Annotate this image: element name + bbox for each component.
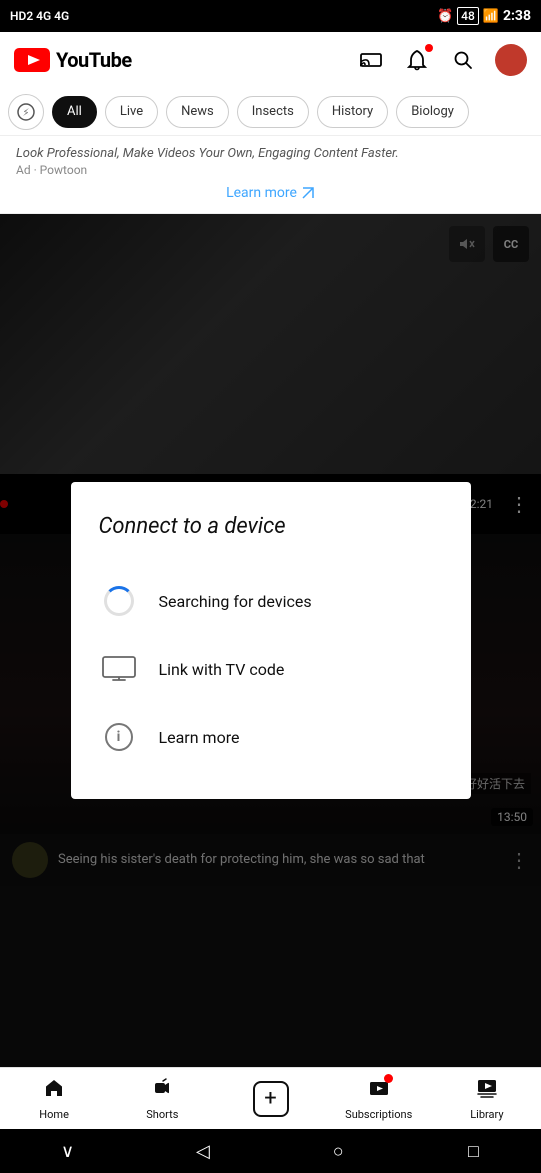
explore-button[interactable] (8, 94, 44, 130)
time-display: 2:38 (503, 8, 531, 24)
search-devices-item[interactable]: Searching for devices (99, 567, 443, 635)
category-bar: All Live News Insects History Biology (0, 88, 541, 136)
ad-banner: Look Professional, Make Videos Your Own,… (0, 136, 541, 214)
learn-more-item[interactable]: i Learn more (99, 703, 443, 771)
sys-nav-down[interactable]: ∨ (48, 1141, 88, 1162)
nav-create[interactable]: + (216, 1081, 324, 1117)
connect-device-modal: Connect to a device Searching for device… (71, 482, 471, 799)
youtube-logo[interactable]: YouTube (14, 48, 132, 72)
sys-nav-home[interactable]: ○ (318, 1141, 358, 1162)
tv-code-label: Link with TV code (159, 660, 285, 679)
profile-avatar[interactable] (495, 44, 527, 76)
nav-home[interactable]: Home (0, 1077, 108, 1121)
status-bar: HD2 4G 4G ⏰ 48 📶 2:38 (0, 0, 541, 32)
tv-code-item[interactable]: Link with TV code (99, 635, 443, 703)
learn-more-label: Learn more (159, 728, 240, 747)
youtube-logo-text: YouTube (56, 48, 132, 72)
shorts-icon (151, 1077, 173, 1105)
category-news[interactable]: News (166, 96, 229, 128)
nav-subscriptions[interactable]: Subscriptions (325, 1077, 433, 1121)
youtube-header: YouTube (0, 32, 541, 88)
create-icon: + (253, 1081, 289, 1117)
youtube-logo-icon (14, 48, 50, 72)
modal-title: Connect to a device (99, 514, 443, 539)
status-network: HD2 4G 4G (10, 9, 69, 23)
category-insects[interactable]: Insects (237, 96, 309, 128)
library-icon (476, 1077, 498, 1105)
home-icon (43, 1077, 65, 1105)
library-label: Library (470, 1108, 503, 1121)
notification-button[interactable] (403, 46, 431, 74)
nav-library[interactable]: Library (433, 1077, 541, 1121)
sys-nav-recents[interactable]: □ (453, 1141, 493, 1162)
tv-icon (99, 649, 139, 689)
sys-nav-back[interactable]: ◁ (183, 1141, 223, 1162)
alarm-icon: ⏰ (437, 9, 453, 24)
status-left: HD2 4G 4G (10, 9, 69, 23)
ad-text: Look Professional, Make Videos Your Own,… (16, 146, 525, 161)
subscriptions-label: Subscriptions (345, 1108, 412, 1121)
subscriptions-icon (368, 1077, 390, 1105)
header-icons (357, 44, 527, 76)
category-all[interactable]: All (52, 96, 97, 128)
shorts-label: Shorts (146, 1108, 178, 1121)
learn-more-link[interactable]: Learn more (16, 185, 525, 201)
category-live[interactable]: Live (105, 96, 158, 128)
home-label: Home (39, 1108, 69, 1121)
bottom-navigation: Home Shorts + Subscripti (0, 1067, 541, 1129)
system-nav-bar: ∨ ◁ ○ □ (0, 1129, 541, 1173)
search-devices-label: Searching for devices (159, 592, 312, 611)
category-history[interactable]: History (317, 96, 388, 128)
info-icon: i (99, 717, 139, 757)
search-button[interactable] (449, 46, 477, 74)
cast-button[interactable] (357, 46, 385, 74)
modal-overlay: Connect to a device Searching for device… (0, 214, 541, 1067)
category-biology[interactable]: Biology (396, 96, 469, 128)
battery-icon: 48 (457, 7, 479, 25)
wifi-icon: 📶 (483, 9, 499, 24)
nav-shorts[interactable]: Shorts (108, 1077, 216, 1121)
info-circle-icon: i (105, 723, 133, 751)
subscription-badge (384, 1074, 393, 1083)
spinner-icon (99, 581, 139, 621)
ad-source: Ad · Powtoon (16, 163, 525, 177)
status-right: ⏰ 48 📶 2:38 (437, 7, 531, 25)
